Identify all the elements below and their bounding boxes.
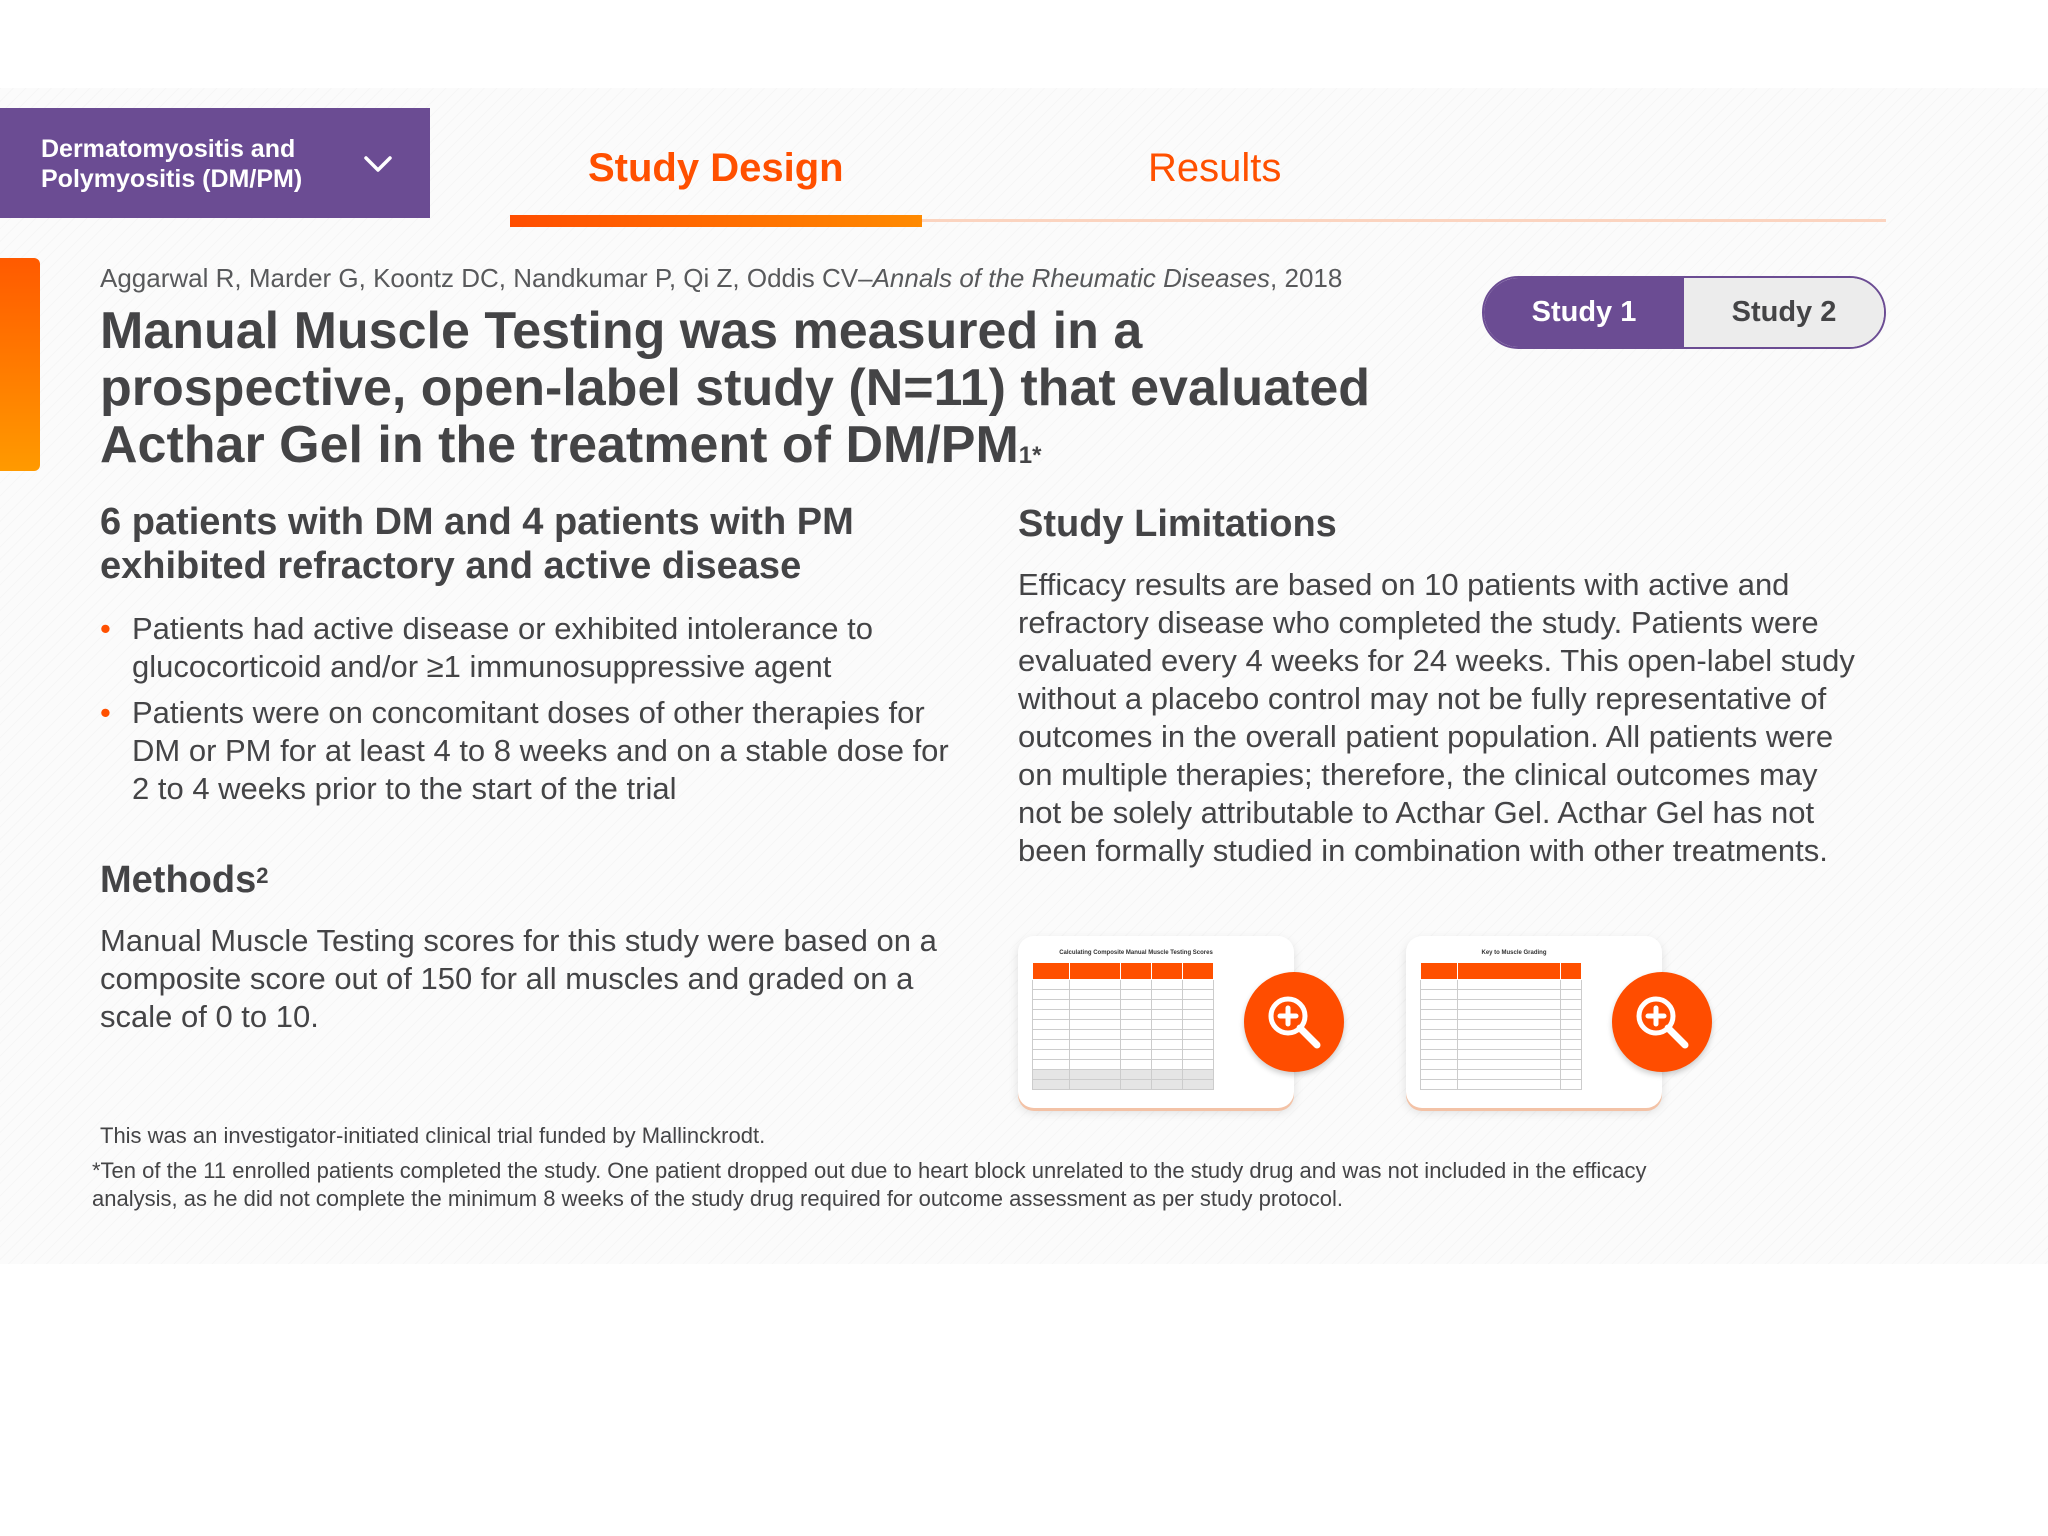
methods-footnote-ref: 2	[256, 863, 269, 888]
study-toggle: Study 1 Study 2	[1482, 276, 1886, 349]
page-title: Manual Muscle Testing was measured in a …	[100, 303, 1400, 474]
thumbnail-table-preview	[1032, 962, 1214, 1090]
funding-footnote: This was an investigator-initiated clini…	[100, 1123, 766, 1148]
list-item-text: Patients were on concomitant doses of ot…	[132, 695, 949, 806]
limitations-body: Efficacy results are based on 10 patient…	[1018, 567, 1855, 868]
methods-heading-text: Methods	[100, 859, 257, 901]
list-item-text: Patients had active disease or exhibited…	[132, 611, 874, 684]
page-title-text: Manual Muscle Testing was measured in a …	[100, 302, 1371, 474]
zoom-in-icon	[1636, 996, 1689, 1049]
citation-authors: Aggarwal R, Marder G, Koontz DC, Nandkum…	[100, 263, 873, 293]
asterisk-footnote: *Ten of the 11 enrolled patients complet…	[92, 1158, 1647, 1211]
patients-heading: 6 patients with DM and 4 patients with P…	[100, 501, 854, 587]
indication-dropdown-label: Dermatomyositis and Polymyositis (DM/PM)	[41, 135, 303, 193]
citation: Aggarwal R, Marder G, Koontz DC, Nandkum…	[100, 263, 1342, 294]
list-item: • Patients were on concomitant doses of o…	[100, 694, 960, 808]
page-title-footnote-ref: 1*	[1018, 442, 1042, 469]
methods-body: Manual Muscle Testing scores for this st…	[100, 923, 937, 1034]
patients-bullet-list: • Patients had active disease or exhibite…	[100, 610, 960, 816]
zoom-in-button[interactable]	[1612, 972, 1712, 1072]
bullet-marker: •	[100, 611, 111, 646]
thumbnail-title: Key to Muscle Grading	[1481, 950, 1547, 956]
bullet-marker: •	[100, 695, 111, 730]
limitations-heading: Study Limitations	[1018, 503, 1337, 545]
section-accent-bar	[0, 258, 40, 471]
study-2-button[interactable]: Study 2	[1684, 278, 1884, 347]
study-1-button[interactable]: Study 1	[1484, 278, 1684, 347]
methods-heading: Methods2	[100, 858, 268, 902]
zoom-in-icon	[1268, 996, 1321, 1049]
thumbnail-table-preview	[1420, 962, 1582, 1090]
list-item: • Patients had active disease or exhibite…	[100, 610, 960, 686]
tab-results[interactable]: Results	[1148, 146, 1281, 191]
active-tab-indicator	[510, 215, 922, 227]
chevron-down-icon	[364, 156, 392, 172]
zoom-in-button[interactable]	[1244, 972, 1344, 1072]
indication-dropdown[interactable]: Dermatomyositis and Polymyositis (DM/PM)	[0, 108, 430, 218]
thumbnail-title: Calculating Composite Manual Muscle Test…	[1059, 950, 1213, 956]
tab-study-design[interactable]: Study Design	[588, 146, 844, 191]
citation-journal: Annals of the Rheumatic Diseases	[872, 263, 1271, 293]
citation-year: , 2018	[1270, 263, 1343, 293]
